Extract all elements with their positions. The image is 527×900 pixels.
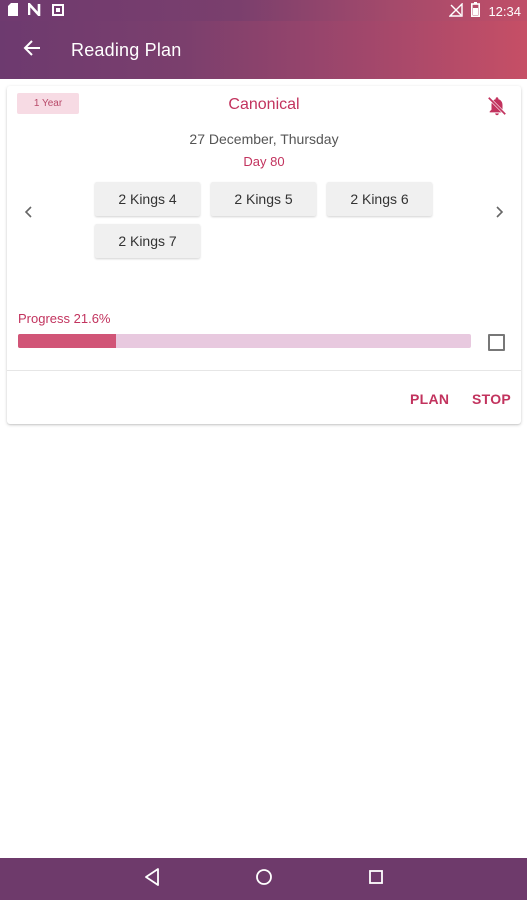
nav-back-button[interactable] [141, 867, 163, 891]
chapter-button[interactable]: 2 Kings 6 [327, 182, 432, 216]
progress-bar [18, 334, 471, 348]
next-day-button[interactable] [489, 204, 509, 224]
status-bar: 12:34 [0, 0, 527, 21]
nav-recents-button[interactable] [365, 868, 387, 890]
sd-card-icon [8, 3, 18, 21]
recents-square-icon [368, 869, 384, 890]
chapter-button[interactable]: 2 Kings 4 [95, 182, 200, 216]
notifications-toggle-button[interactable] [486, 95, 508, 117]
plan-title: Canonical [228, 96, 300, 113]
page-title: Reading Plan [71, 40, 182, 60]
square-notification-icon [52, 3, 64, 21]
day-complete-checkbox[interactable] [488, 334, 505, 351]
chapter-button[interactable]: 2 Kings 7 [95, 224, 200, 258]
status-system-icons: 12:34 [448, 1, 521, 20]
signal-off-icon [448, 1, 464, 20]
back-triangle-icon [144, 867, 160, 891]
plan-day: Day 80 [243, 154, 285, 169]
plan-date: 27 December, Thursday [189, 131, 339, 147]
home-circle-icon [255, 868, 273, 891]
stop-button[interactable]: STOP [472, 391, 511, 407]
bell-off-icon [486, 96, 508, 121]
n-notification-icon [27, 0, 42, 21]
previous-day-button[interactable] [19, 204, 39, 224]
app-bar: Reading Plan [0, 21, 527, 79]
progress-label: Progress 21.6% [18, 311, 111, 326]
progress-bar-fill [18, 334, 116, 348]
status-notification-icons [8, 0, 64, 21]
card-divider [7, 370, 521, 371]
chapter-button[interactable]: 2 Kings 5 [211, 182, 316, 216]
reading-plan-card: 1 Year Canonical 27 December, Thursday D… [7, 86, 521, 424]
nav-home-button[interactable] [253, 868, 275, 890]
chevron-left-icon [24, 205, 34, 223]
system-navigation-bar [0, 858, 527, 900]
arrow-back-icon [23, 39, 41, 62]
back-button[interactable] [16, 34, 48, 66]
plan-button[interactable]: PLAN [410, 391, 449, 407]
chevron-right-icon [494, 205, 504, 223]
status-time: 12:34 [488, 3, 521, 19]
battery-icon [471, 2, 481, 20]
